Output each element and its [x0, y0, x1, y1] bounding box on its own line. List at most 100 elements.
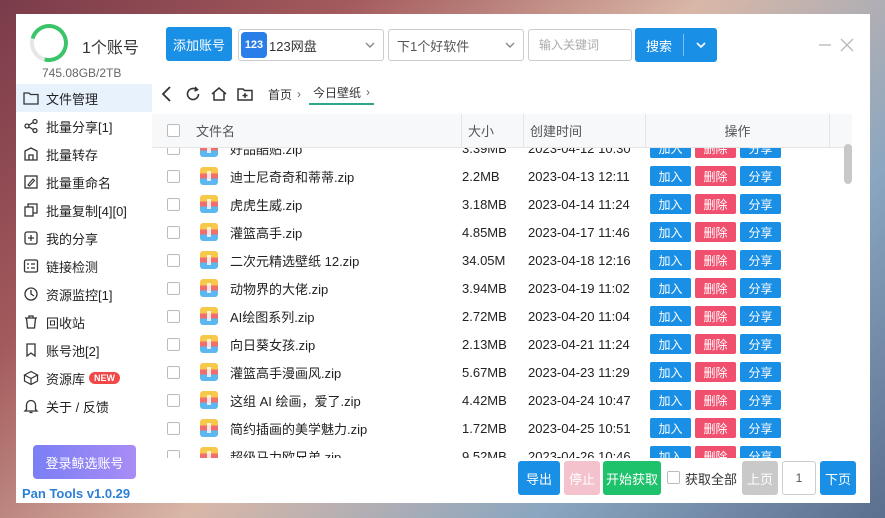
file-name[interactable]: 动物界的大佬.zip [230, 279, 328, 298]
table-row[interactable]: 动物界的大佬.zip 3.94MB 2023-04-19 11:02 加入 删除 分享 [152, 274, 852, 302]
file-name[interactable]: 这组 AI 绘画，爱了.zip [230, 391, 361, 410]
sidebar-item-9[interactable]: 账号池[2] [16, 336, 152, 364]
file-name[interactable]: 灌篮高手.zip [230, 223, 302, 242]
row-delete-button[interactable]: 删除 [695, 334, 736, 354]
row-share-button[interactable]: 分享 [740, 362, 781, 382]
sidebar-item-6[interactable]: 链接检测 [16, 252, 152, 280]
minimize-icon[interactable] [818, 38, 832, 52]
add-account-button[interactable]: 添加账号 [166, 27, 232, 61]
row-add-button[interactable]: 加入 [650, 418, 691, 438]
file-name[interactable]: 超级马力欧兄弟.zip [230, 447, 341, 459]
table-row[interactable]: 灌篮高手.zip 4.85MB 2023-04-17 11:46 加入 删除 分享 [152, 218, 852, 246]
row-add-button[interactable]: 加入 [650, 166, 691, 186]
table-scrollbar[interactable] [844, 144, 852, 184]
row-share-button[interactable]: 分享 [740, 278, 781, 298]
header-time[interactable]: 创建时间 [524, 113, 646, 148]
keyword-input[interactable] [528, 29, 632, 61]
table-row[interactable]: 好品酷贴.zip 3.39MB 2023-04-12 10:30 加入 删除 分享 [152, 148, 852, 162]
row-share-button[interactable]: 分享 [740, 418, 781, 438]
row-delete-button[interactable]: 删除 [695, 390, 736, 410]
sidebar-item-10[interactable]: 资源库 NEW [16, 364, 152, 392]
sidebar-item-11[interactable]: 关于 / 反馈 [16, 392, 152, 420]
row-checkbox[interactable] [166, 148, 180, 155]
home-icon[interactable] [208, 83, 230, 105]
row-share-button[interactable]: 分享 [740, 222, 781, 242]
row-checkbox[interactable] [166, 309, 180, 323]
row-delete-button[interactable]: 删除 [695, 166, 736, 186]
sidebar-item-2[interactable]: 批量转存 [16, 140, 152, 168]
file-name[interactable]: AI绘图系列.zip [230, 307, 315, 326]
row-add-button[interactable]: 加入 [650, 250, 691, 270]
breadcrumb-current[interactable]: 今日壁纸 › [309, 84, 375, 105]
row-delete-button[interactable]: 删除 [695, 306, 736, 326]
row-delete-button[interactable]: 删除 [695, 250, 736, 270]
row-checkbox[interactable] [166, 365, 180, 379]
row-add-button[interactable]: 加入 [650, 148, 691, 158]
table-row[interactable]: 迪士尼奇奇和蒂蒂.zip 2.2MB 2023-04-13 12:11 加入 删除 分享 [152, 162, 852, 190]
search-dropdown-icon[interactable] [684, 38, 717, 52]
start-fetch-button[interactable]: 开始获取 [603, 461, 661, 495]
row-share-button[interactable]: 分享 [740, 446, 781, 458]
row-delete-button[interactable]: 删除 [695, 446, 736, 458]
page-number-input[interactable]: 1 [782, 461, 816, 495]
sidebar-item-7[interactable]: 资源监控[1] [16, 280, 152, 308]
row-checkbox[interactable] [166, 253, 180, 267]
row-delete-button[interactable]: 删除 [695, 222, 736, 242]
row-checkbox[interactable] [166, 281, 180, 295]
file-name[interactable]: 灌篮高手漫画风.zip [230, 363, 341, 382]
sidebar-item-0[interactable]: 文件管理 [16, 84, 152, 112]
row-share-button[interactable]: 分享 [740, 166, 781, 186]
row-checkbox[interactable] [166, 197, 180, 211]
software-select[interactable]: 下1个好软件 [388, 29, 524, 61]
row-delete-button[interactable]: 删除 [695, 278, 736, 298]
row-checkbox[interactable] [166, 421, 180, 435]
prev-page-button[interactable]: 上页 [742, 461, 778, 495]
export-button[interactable]: 导出 [518, 461, 560, 495]
file-name[interactable]: 二次元精选壁纸 12.zip [230, 251, 359, 270]
fetch-all-checkbox[interactable] [667, 471, 680, 484]
row-add-button[interactable]: 加入 [650, 306, 691, 326]
new-folder-icon[interactable] [234, 83, 256, 105]
sidebar-item-3[interactable]: 批量重命名 [16, 168, 152, 196]
table-row[interactable]: 二次元精选壁纸 12.zip 34.05M 2023-04-18 12:16 加入 删除… [152, 246, 852, 274]
row-share-button[interactable]: 分享 [740, 334, 781, 354]
row-add-button[interactable]: 加入 [650, 334, 691, 354]
table-row[interactable]: 向日葵女孩.zip 2.13MB 2023-04-21 11:24 加入 删除 分享 [152, 330, 852, 358]
select-all-checkbox[interactable] [166, 124, 180, 137]
sidebar-item-1[interactable]: 批量分享[1] [16, 112, 152, 140]
table-row[interactable]: 简约插画的美学魅力.zip 1.72MB 2023-04-25 10:51 加入 删除分… [152, 414, 852, 442]
row-add-button[interactable]: 加入 [650, 194, 691, 214]
row-delete-button[interactable]: 删除 [695, 194, 736, 214]
row-share-button[interactable]: 分享 [740, 148, 781, 158]
row-add-button[interactable]: 加入 [650, 446, 691, 458]
header-name[interactable]: 文件名 [194, 113, 462, 148]
row-checkbox[interactable] [166, 449, 180, 458]
row-share-button[interactable]: 分享 [740, 306, 781, 326]
row-share-button[interactable]: 分享 [740, 390, 781, 410]
back-icon[interactable] [156, 83, 178, 105]
file-name[interactable]: 向日葵女孩.zip [230, 335, 315, 354]
file-name[interactable]: 虎虎生威.zip [230, 195, 302, 214]
file-name[interactable]: 迪士尼奇奇和蒂蒂.zip [230, 167, 354, 186]
row-checkbox[interactable] [166, 337, 180, 351]
header-size[interactable]: 大小 [462, 113, 524, 148]
refresh-icon[interactable] [182, 83, 204, 105]
row-add-button[interactable]: 加入 [650, 222, 691, 242]
sidebar-item-4[interactable]: 批量复制[4][0] [16, 196, 152, 224]
close-icon[interactable] [840, 38, 854, 52]
row-share-button[interactable]: 分享 [740, 194, 781, 214]
row-checkbox[interactable] [166, 225, 180, 239]
row-share-button[interactable]: 分享 [740, 250, 781, 270]
file-name[interactable]: 好品酷贴.zip [230, 148, 302, 158]
login-button[interactable]: 登录鲸选账号 [33, 445, 136, 479]
row-add-button[interactable]: 加入 [650, 278, 691, 298]
table-row[interactable]: 这组 AI 绘画，爱了.zip 4.42MB 2023-04-24 10:47 加入删… [152, 386, 852, 414]
row-delete-button[interactable]: 删除 [695, 362, 736, 382]
disk-select[interactable]: 123 123网盘 [238, 29, 384, 61]
search-button[interactable]: 搜索 [635, 28, 717, 62]
sidebar-item-8[interactable]: 回收站 [16, 308, 152, 336]
breadcrumb-home[interactable]: 首页 › [268, 86, 301, 103]
table-row[interactable]: 虎虎生威.zip 3.18MB 2023-04-14 11:24 加入 删除 分享 [152, 190, 852, 218]
row-delete-button[interactable]: 删除 [695, 148, 736, 158]
row-add-button[interactable]: 加入 [650, 362, 691, 382]
